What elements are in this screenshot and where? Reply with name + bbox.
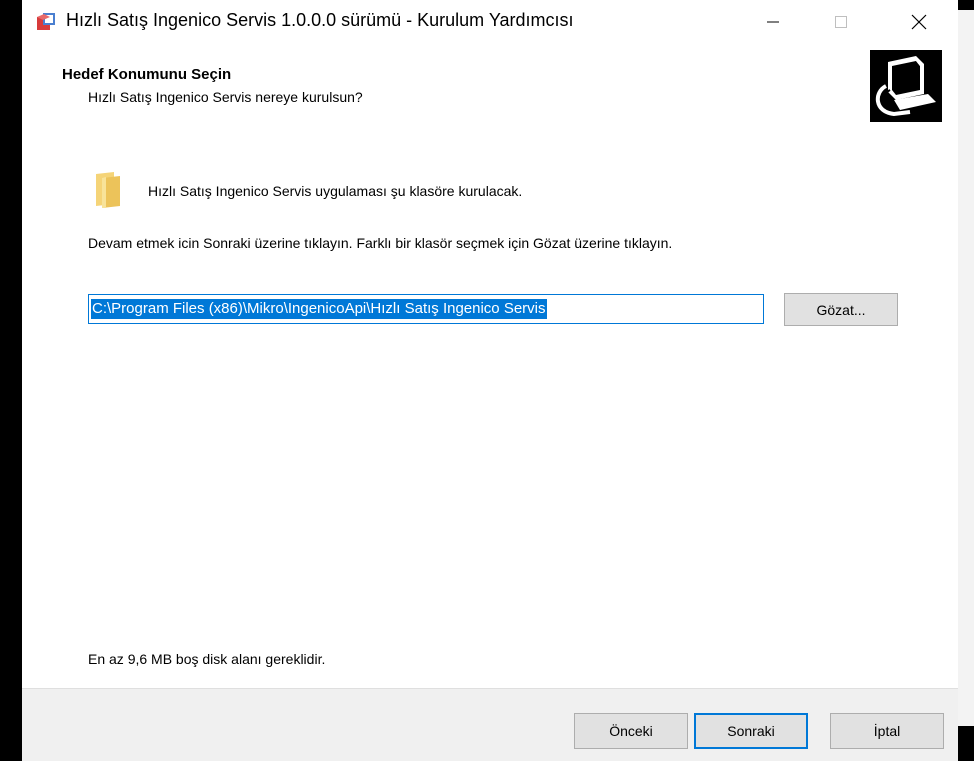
cancel-button[interactable]: İptal (830, 713, 944, 749)
maximize-button[interactable] (812, 0, 870, 44)
browse-button[interactable]: Gözat... (784, 293, 898, 326)
minimize-icon (767, 21, 779, 23)
window-title: Hızlı Satış Ingenico Servis 1.0.0.0 sürü… (66, 10, 574, 30)
disk-space-requirement: En az 9,6 MB boş disk alanı gereklidir. (88, 651, 326, 667)
maximize-icon (835, 16, 847, 28)
folder-icon (96, 172, 120, 208)
close-icon (911, 14, 927, 30)
install-folder-intro: Hızlı Satış Ingenico Servis uygulaması ş… (148, 183, 523, 199)
instruction-text: Devam etmek icin Sonraki üzerine tıklayı… (88, 235, 673, 251)
computer-install-icon (870, 50, 942, 122)
back-button[interactable]: Önceki (574, 713, 688, 749)
page-subtitle: Hızlı Satış Ingenico Servis nereye kurul… (88, 89, 363, 105)
close-button[interactable] (890, 0, 948, 44)
background-window-edge (958, 0, 974, 760)
minimize-button[interactable] (744, 0, 802, 44)
title-bar[interactable]: Hızlı Satış Ingenico Servis 1.0.0.0 sürü… (22, 0, 958, 44)
background-window-surface (958, 10, 974, 726)
installer-app-icon (37, 13, 55, 30)
wizard-footer: Önceki Sonraki İptal (22, 688, 958, 761)
wizard-header: Hedef Konumunu Seçin Hızlı Satış Ingenic… (22, 44, 958, 154)
next-button[interactable]: Sonraki (694, 713, 808, 749)
install-path-input[interactable]: C:\Program Files (x86)\Mikro\IngenicoApi… (88, 294, 764, 324)
page-title: Hedef Konumunu Seçin (62, 66, 232, 83)
setup-wizard-window: Hızlı Satış Ingenico Servis 1.0.0.0 sürü… (22, 0, 958, 761)
install-path-value: C:\Program Files (x86)\Mikro\IngenicoApi… (91, 299, 547, 319)
